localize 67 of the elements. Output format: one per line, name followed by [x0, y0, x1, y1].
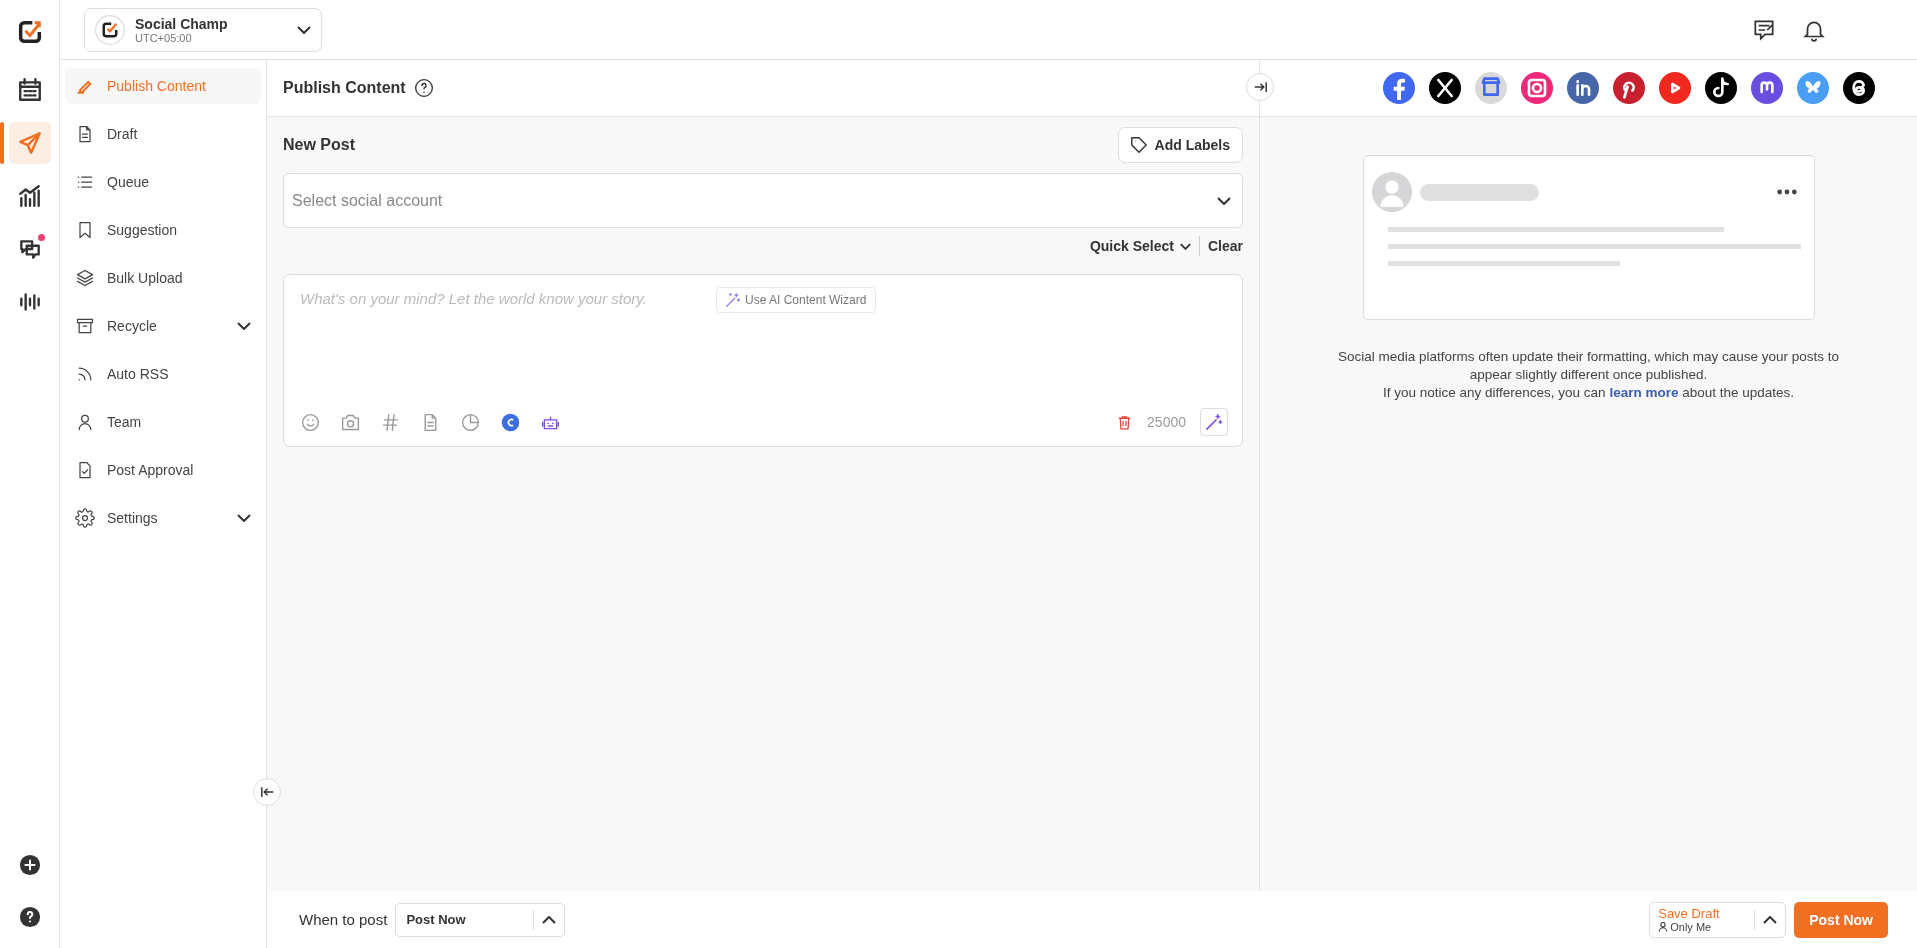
- youtube-icon[interactable]: [1658, 72, 1691, 104]
- pinterest-icon[interactable]: [1612, 72, 1645, 104]
- circle-c-icon[interactable]: [500, 411, 521, 433]
- sidebar-item[interactable]: Recycle: [65, 308, 261, 344]
- sidebar-item[interactable]: Draft: [65, 116, 261, 152]
- collapse-preview-button[interactable]: [1246, 73, 1274, 101]
- sidebar-item[interactable]: Team: [65, 404, 261, 440]
- chart-icon: [16, 183, 43, 209]
- sidebar-item[interactable]: Settings: [65, 500, 261, 536]
- plus-icon[interactable]: [18, 854, 41, 876]
- tiktok-icon[interactable]: [1704, 72, 1737, 104]
- gear-icon: [75, 508, 95, 528]
- collapse-sidebar-button[interactable]: [253, 778, 281, 806]
- threads-icon[interactable]: [1842, 72, 1875, 104]
- post-timing-select[interactable]: Post Now: [395, 902, 566, 937]
- bluesky-icon[interactable]: [1796, 72, 1829, 104]
- help-icon[interactable]: [18, 906, 41, 928]
- help-icon[interactable]: [413, 78, 434, 98]
- magic-wand-icon: [726, 293, 740, 307]
- sidebar-item[interactable]: Auto RSS: [65, 356, 261, 392]
- workspace-logo-icon: [95, 14, 125, 45]
- chevron-down-icon: [1217, 197, 1231, 205]
- chevron-up-icon: [1763, 915, 1778, 924]
- new-post-title: New Post: [283, 136, 355, 154]
- chevron-down-icon: [1179, 242, 1191, 250]
- layers-icon: [75, 268, 95, 288]
- sidebar-item[interactable]: Suggestion: [65, 212, 261, 248]
- learn-more-link[interactable]: learn more: [1609, 385, 1679, 400]
- sidebar-item[interactable]: Post Approval: [65, 452, 261, 488]
- business-icon[interactable]: [1474, 72, 1507, 104]
- chevron-up-icon: [542, 915, 557, 924]
- add-labels-button[interactable]: Add Labels: [1117, 127, 1243, 163]
- page-title: Publish Content: [283, 79, 406, 97]
- magic-wand-icon: [1206, 414, 1222, 430]
- more-options-icon: [1775, 188, 1798, 196]
- save-draft-button[interactable]: Save Draft Only Me: [1649, 901, 1787, 938]
- calendar-icon: [16, 77, 43, 103]
- character-count: 25000: [1147, 414, 1186, 430]
- arrow-to-line-icon: [260, 786, 274, 798]
- post-composer[interactable]: What's on your mind? Let the world know your story. Use AI Content Wizard 25000: [283, 274, 1243, 447]
- archive-icon: [75, 316, 95, 336]
- sidebar-item[interactable]: Bulk Upload: [65, 260, 261, 296]
- chevron-down-icon: [297, 25, 311, 34]
- workspace-selector[interactable]: Social Champ UTC+05:00: [84, 7, 322, 52]
- ai-content-wizard-button[interactable]: Use AI Content Wizard: [716, 287, 877, 313]
- x-icon[interactable]: [1428, 72, 1461, 104]
- smile-icon[interactable]: [300, 411, 321, 433]
- linkedin-icon[interactable]: [1566, 72, 1599, 104]
- clear-button[interactable]: Clear: [1207, 238, 1243, 254]
- person-icon: [1658, 922, 1669, 932]
- avatar-silhouette-icon: [1371, 172, 1412, 212]
- sidebar-item[interactable]: Queue: [65, 164, 261, 200]
- pie-icon[interactable]: [460, 411, 481, 433]
- mastodon-icon[interactable]: [1750, 72, 1783, 104]
- social-account-select[interactable]: Select social account: [283, 173, 1243, 228]
- arrow-to-line-icon: [1253, 81, 1267, 93]
- tag-icon: [1130, 137, 1147, 153]
- formatting-notice: Social media platforms often update their formatting, which may cause your posts to appear slightly different once published. If you notice any differences, you can learn more about the updates.: [1336, 348, 1841, 402]
- magic-wand-button[interactable]: [1200, 408, 1228, 436]
- workspace-timezone: UTC+05:00: [135, 31, 192, 44]
- workspace-name: Social Champ: [135, 15, 229, 32]
- hash-icon[interactable]: [380, 411, 401, 433]
- when-to-post-label: When to post: [299, 911, 388, 928]
- instagram-icon[interactable]: [1520, 72, 1553, 104]
- send-icon: [16, 130, 43, 156]
- quick-select-button[interactable]: Quick Select: [1089, 238, 1191, 254]
- facebook-icon[interactable]: [1382, 72, 1415, 104]
